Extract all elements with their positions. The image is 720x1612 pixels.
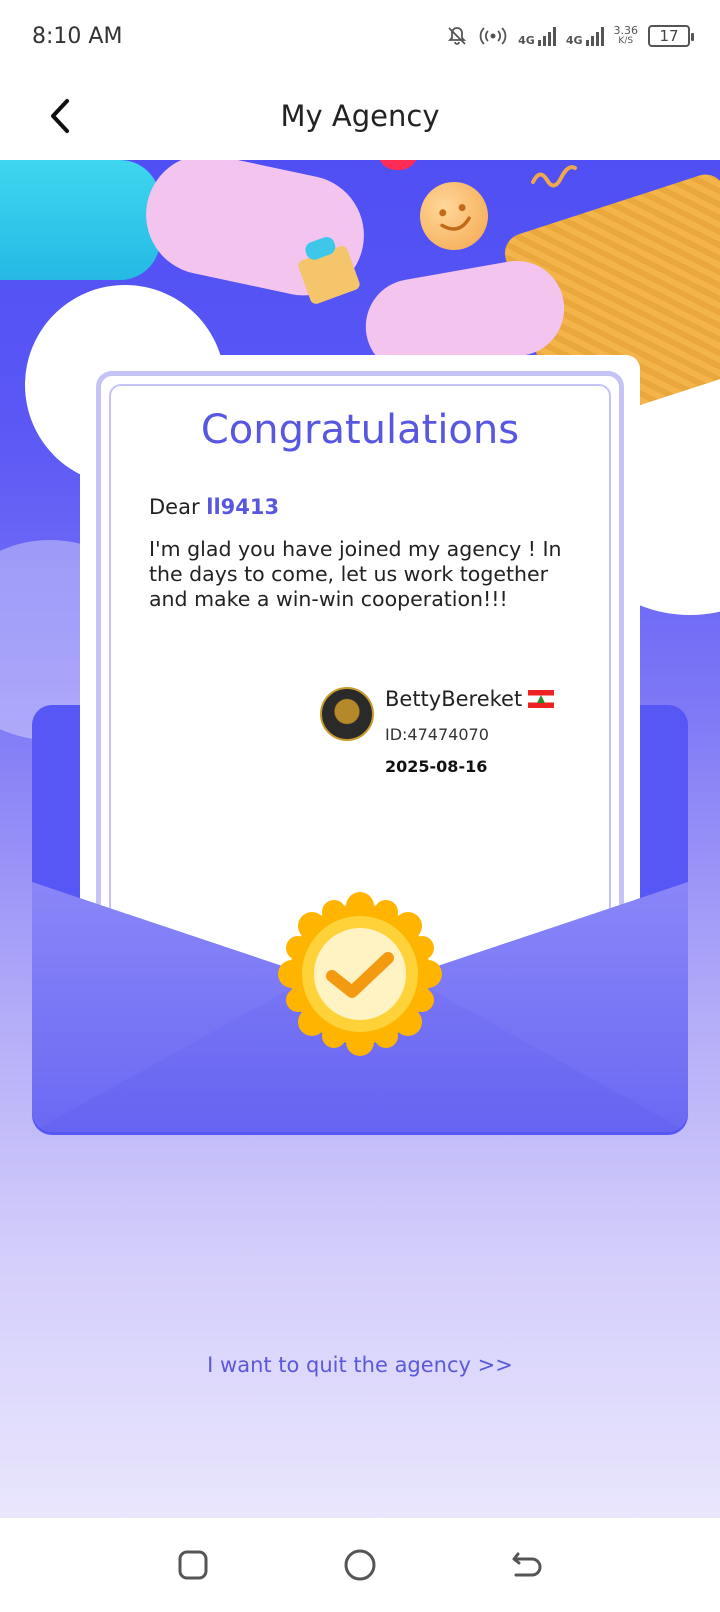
back-button[interactable] <box>36 92 84 140</box>
heart-decoration <box>378 160 418 170</box>
bell-off-icon <box>447 27 467 45</box>
hotspot-icon <box>479 27 507 45</box>
letter-heading: Congratulations <box>200 407 520 453</box>
status-time: 8:10 AM <box>32 23 123 49</box>
home-button[interactable] <box>336 1541 384 1589</box>
circle-icon <box>344 1549 376 1581</box>
signer-id: ID:47474070 <box>385 725 489 744</box>
network-type-2: 4G <box>565 34 583 47</box>
congratulations-letter: Congratulations Dear ll9413 I'm glad you… <box>80 355 640 985</box>
recent-apps-button[interactable] <box>169 1541 217 1589</box>
network-type-1: 4G <box>518 34 535 47</box>
square-icon <box>178 1550 208 1580</box>
system-nav-bar <box>0 1518 720 1612</box>
avatar[interactable] <box>320 687 374 741</box>
network-speed: 3.36 K/S <box>613 24 639 46</box>
signal-1: 4G <box>518 26 556 46</box>
signal-2: 4G <box>566 26 604 46</box>
status-bar: 8:10 AM 4G 4G 3.36 K/S 17 <box>0 0 720 72</box>
squiggle-decoration <box>531 165 577 188</box>
recipient-name: ll9413 <box>206 495 280 519</box>
hero-area: Congratulations Dear ll9413 I'm glad you… <box>0 160 720 1518</box>
nav-back-button[interactable] <box>503 1541 551 1589</box>
speed-value: 3.36 <box>613 24 639 37</box>
letter-date: 2025-08-16 <box>385 757 488 776</box>
back-arrow-icon <box>512 1552 542 1577</box>
check-seal-icon <box>278 892 442 1056</box>
sleeve-decoration <box>0 160 160 280</box>
page-title: My Agency <box>280 99 440 133</box>
lebanon-flag-icon <box>528 690 555 708</box>
letter-message: I'm glad you have joined my agency ! In … <box>149 537 562 611</box>
signer-name-row: BettyBereket <box>385 687 555 711</box>
speed-unit: K/S <box>618 36 634 46</box>
signal-bars-icon <box>585 26 604 46</box>
signal-bars-icon <box>537 26 556 46</box>
signer-block: BettyBereket ID:47474070 2025-08-16 <box>320 687 620 787</box>
status-icons: 4G 4G 3.36 K/S 17 <box>446 24 694 47</box>
chevron-left-icon <box>51 99 69 133</box>
app-header: My Agency <box>0 72 720 160</box>
quit-agency-link[interactable]: I want to quit the agency >> <box>0 1353 720 1377</box>
smiley-icon <box>412 174 496 258</box>
battery-icon: 17 <box>648 25 694 47</box>
letter-greeting: Dear ll9413 <box>149 495 279 519</box>
signer-name: BettyBereket <box>385 687 523 711</box>
greeting-text: Dear <box>149 495 200 519</box>
